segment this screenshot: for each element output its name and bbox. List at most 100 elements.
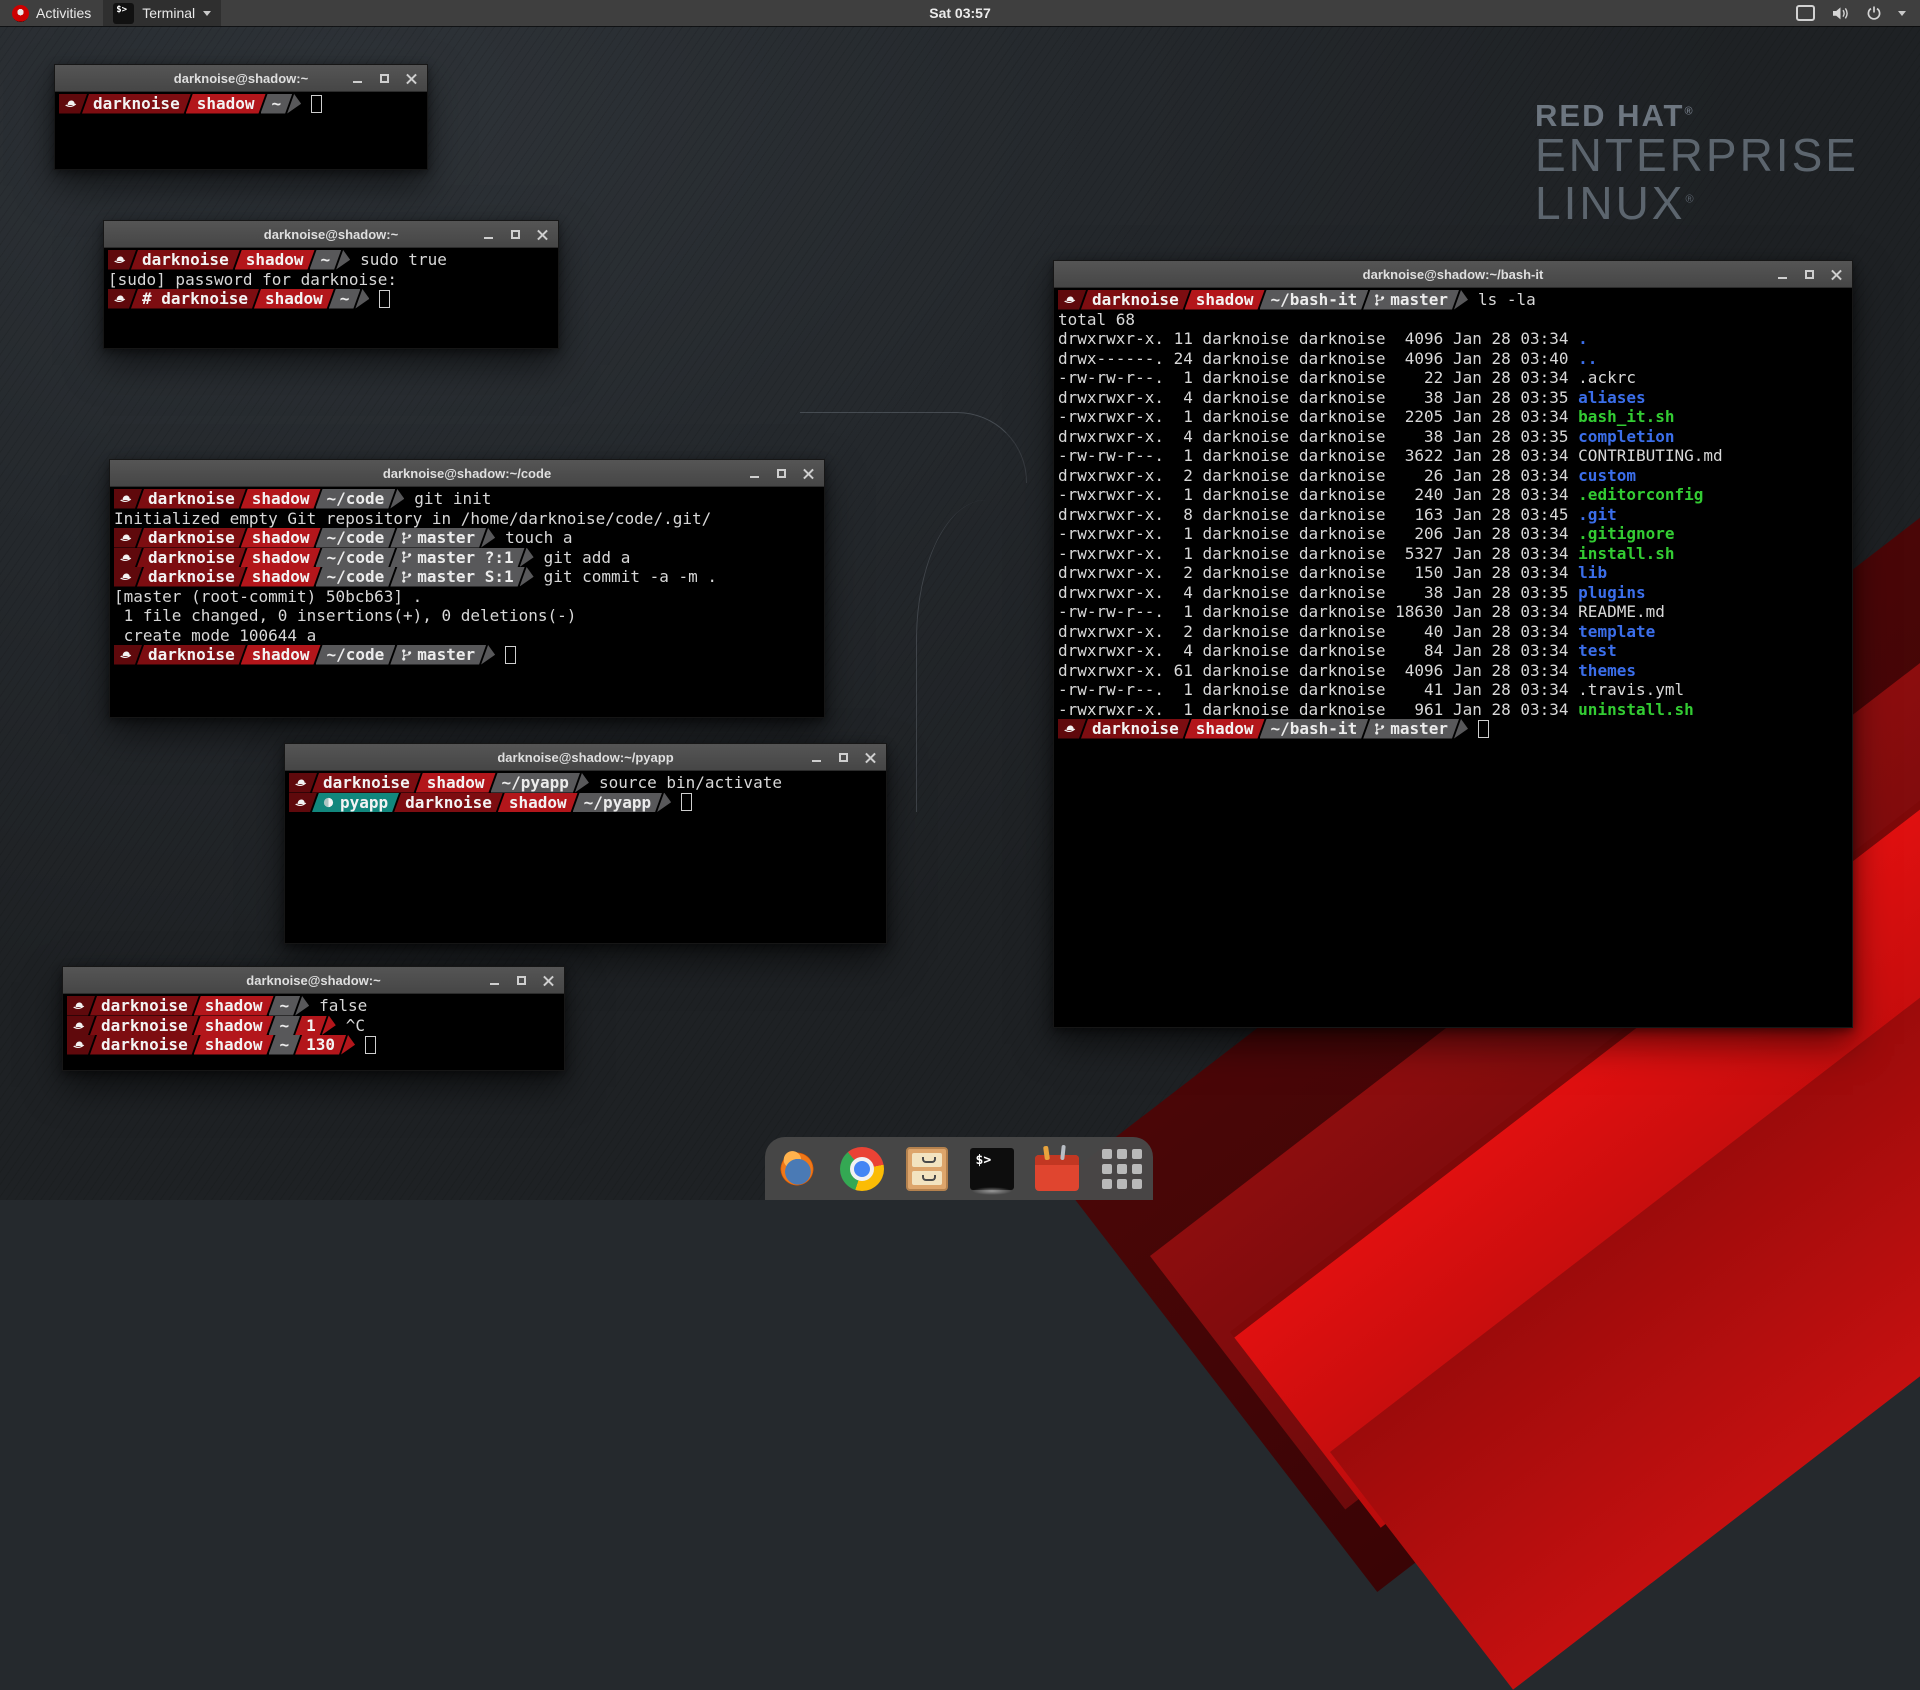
minimize-button[interactable]: [352, 73, 363, 84]
terminal-window-sudo[interactable]: darknoise@shadow:~darknoiseshadow~sudo t…: [103, 220, 559, 349]
terminal-window-bash-it[interactable]: darknoise@shadow:~/bash-itdarknoiseshado…: [1053, 260, 1853, 1028]
minimize-button[interactable]: [749, 468, 760, 479]
file-list-row: -rwxrwxr-x. 1 darknoise darknoise 2205 J…: [1058, 407, 1852, 427]
file-name: bash_it.sh: [1578, 407, 1674, 426]
file-list-text: -rwxrwxr-x. 1 darknoise darknoise 961 Ja…: [1058, 700, 1694, 720]
prompt-segment-path: ~: [261, 94, 293, 114]
prompt-segment-user: darknoise: [1081, 290, 1190, 310]
prompt-line: darknoiseshadow~: [59, 94, 427, 114]
git-branch-icon: [401, 648, 412, 662]
prompt-line: darknoiseshadow~/codemaster: [114, 645, 824, 665]
prompt-hat-segment: [59, 94, 87, 114]
file-list-row: drwxrwxr-x. 4 darknoise darknoise 38 Jan…: [1058, 427, 1852, 447]
chevron-down-icon: [1898, 11, 1906, 16]
dock-terminal-icon[interactable]: $>: [968, 1145, 1016, 1193]
prompt-hat-segment: [289, 793, 317, 813]
window-titlebar[interactable]: darknoise@shadow:~/pyapp: [285, 744, 886, 771]
terminal-content[interactable]: darknoiseshadow~/pyappsource bin/activat…: [285, 771, 886, 943]
prompt-segment-path: ~/pyapp: [573, 793, 662, 813]
prompt-line: # darknoiseshadow~: [108, 289, 558, 309]
minimize-button[interactable]: [1777, 269, 1788, 280]
terminal-active-indicator: [972, 1187, 1012, 1195]
file-list-text: drwxrwxr-x. 4 darknoise darknoise 84 Jan…: [1058, 641, 1617, 661]
window-titlebar[interactable]: darknoise@shadow:~: [63, 967, 564, 994]
close-button[interactable]: [865, 752, 876, 763]
terminal-window-pyapp[interactable]: darknoise@shadow:~/pyappdarknoiseshadow~…: [284, 743, 887, 944]
file-name: completion: [1578, 427, 1674, 446]
prompt-segment-path: ~: [329, 289, 361, 309]
system-status-area[interactable]: [1782, 0, 1920, 26]
file-list-row: drwxrwxr-x. 2 darknoise darknoise 40 Jan…: [1058, 622, 1852, 642]
dock-toolbox-icon[interactable]: [1033, 1145, 1081, 1193]
redhat-fedora-icon: [1063, 294, 1076, 305]
app-menu-terminal[interactable]: $> Terminal: [103, 0, 221, 26]
file-list-text: -rw-rw-r--. 1 darknoise darknoise 18630 …: [1058, 602, 1665, 622]
prompt-segment-host: shadow: [235, 250, 315, 270]
file-list-text: drwxrwxr-x. 2 darknoise darknoise 26 Jan…: [1058, 466, 1636, 486]
terminal-content[interactable]: darknoiseshadow~/codegit initInitialized…: [110, 487, 824, 717]
file-list-row: -rw-rw-r--. 1 darknoise darknoise 22 Jan…: [1058, 368, 1852, 388]
file-list-row: drwxrwxr-x. 4 darknoise darknoise 84 Jan…: [1058, 641, 1852, 661]
close-button[interactable]: [406, 73, 417, 84]
minimize-button[interactable]: [483, 229, 494, 240]
maximize-button[interactable]: [1804, 269, 1815, 280]
terminal-window-code[interactable]: darknoise@shadow:~/codedarknoiseshadow~/…: [109, 459, 825, 718]
git-branch-icon: [1374, 722, 1385, 736]
minimize-button[interactable]: [811, 752, 822, 763]
prompt-segment-git: master: [1363, 290, 1459, 310]
terminal-app-icon: $>: [113, 3, 134, 24]
prompt-segment-user: darknoise: [137, 567, 246, 587]
prompt-segment-user: darknoise: [82, 94, 191, 114]
terminal-window-home-idle[interactable]: darknoise@shadow:~darknoiseshadow~: [54, 64, 428, 170]
window-titlebar[interactable]: darknoise@shadow:~/bash-it: [1054, 261, 1852, 288]
prompt-segment-git: master: [390, 528, 486, 548]
prompt-segment-host: shadow: [254, 289, 334, 309]
terminal-content[interactable]: darknoiseshadow~sudo true[sudo] password…: [104, 248, 558, 348]
file-list-row: drwxrwxr-x. 4 darknoise darknoise 38 Jan…: [1058, 583, 1852, 603]
dock-files-icon[interactable]: [903, 1145, 951, 1193]
maximize-button[interactable]: [776, 468, 787, 479]
prompt-segment-user: darknoise: [1081, 719, 1190, 739]
clock[interactable]: Sat 03:57: [0, 5, 1920, 21]
close-button[interactable]: [537, 229, 548, 240]
dock-firefox-icon[interactable]: [773, 1145, 821, 1193]
file-list-row: drwxrwxr-x. 4 darknoise darknoise 38 Jan…: [1058, 388, 1852, 408]
prompt-hat-segment: [1058, 719, 1086, 739]
output-text: Initialized empty Git repository in /hom…: [114, 509, 711, 529]
prompt-segment-host: shadow: [194, 996, 274, 1016]
file-list-row: drwx------. 24 darknoise darknoise 4096 …: [1058, 349, 1852, 369]
prompt-segment-host: shadow: [498, 793, 578, 813]
window-titlebar[interactable]: darknoise@shadow:~/code: [110, 460, 824, 487]
prompt-segment-host: shadow: [186, 94, 266, 114]
redhat-logo-icon: [12, 5, 29, 22]
maximize-button[interactable]: [510, 229, 521, 240]
redhat-fedora-icon: [119, 552, 132, 563]
redhat-fedora-icon: [64, 98, 77, 109]
activities-button[interactable]: Activities: [0, 0, 103, 26]
terminal-content[interactable]: darknoiseshadow~/bash-itmasterls -latota…: [1054, 288, 1852, 1027]
close-button[interactable]: [803, 468, 814, 479]
file-list-text: drwxrwxr-x. 11 darknoise darknoise 4096 …: [1058, 329, 1588, 349]
terminal-window-exit-codes[interactable]: darknoise@shadow:~darknoiseshadow~falsed…: [62, 966, 565, 1071]
output-text: create mode 100644 a: [114, 626, 316, 646]
window-titlebar[interactable]: darknoise@shadow:~: [55, 65, 427, 92]
prompt-segment-path: ~: [310, 250, 342, 270]
maximize-button[interactable]: [838, 752, 849, 763]
maximize-button[interactable]: [379, 73, 390, 84]
terminal-content[interactable]: darknoiseshadow~falsedarknoiseshadow~1^C…: [63, 994, 564, 1070]
prompt-segment-git: master S:1: [390, 567, 524, 587]
prompt-segment-path: ~/code: [316, 548, 396, 568]
dock-chrome-icon[interactable]: [838, 1145, 886, 1193]
terminal-content[interactable]: darknoiseshadow~: [55, 92, 427, 169]
close-button[interactable]: [543, 975, 554, 986]
prompt-segment-path: ~/bash-it: [1260, 290, 1369, 310]
prompt-segment-exit: 1: [295, 1016, 327, 1036]
window-titlebar[interactable]: darknoise@shadow:~: [104, 221, 558, 248]
dock-app-grid-icon[interactable]: [1098, 1145, 1146, 1193]
redhat-fedora-icon: [119, 493, 132, 504]
maximize-button[interactable]: [516, 975, 527, 986]
output-text: [master (root-commit) 50bcb63] .: [114, 587, 422, 607]
command-text: touch a: [505, 528, 572, 548]
minimize-button[interactable]: [489, 975, 500, 986]
close-button[interactable]: [1831, 269, 1842, 280]
